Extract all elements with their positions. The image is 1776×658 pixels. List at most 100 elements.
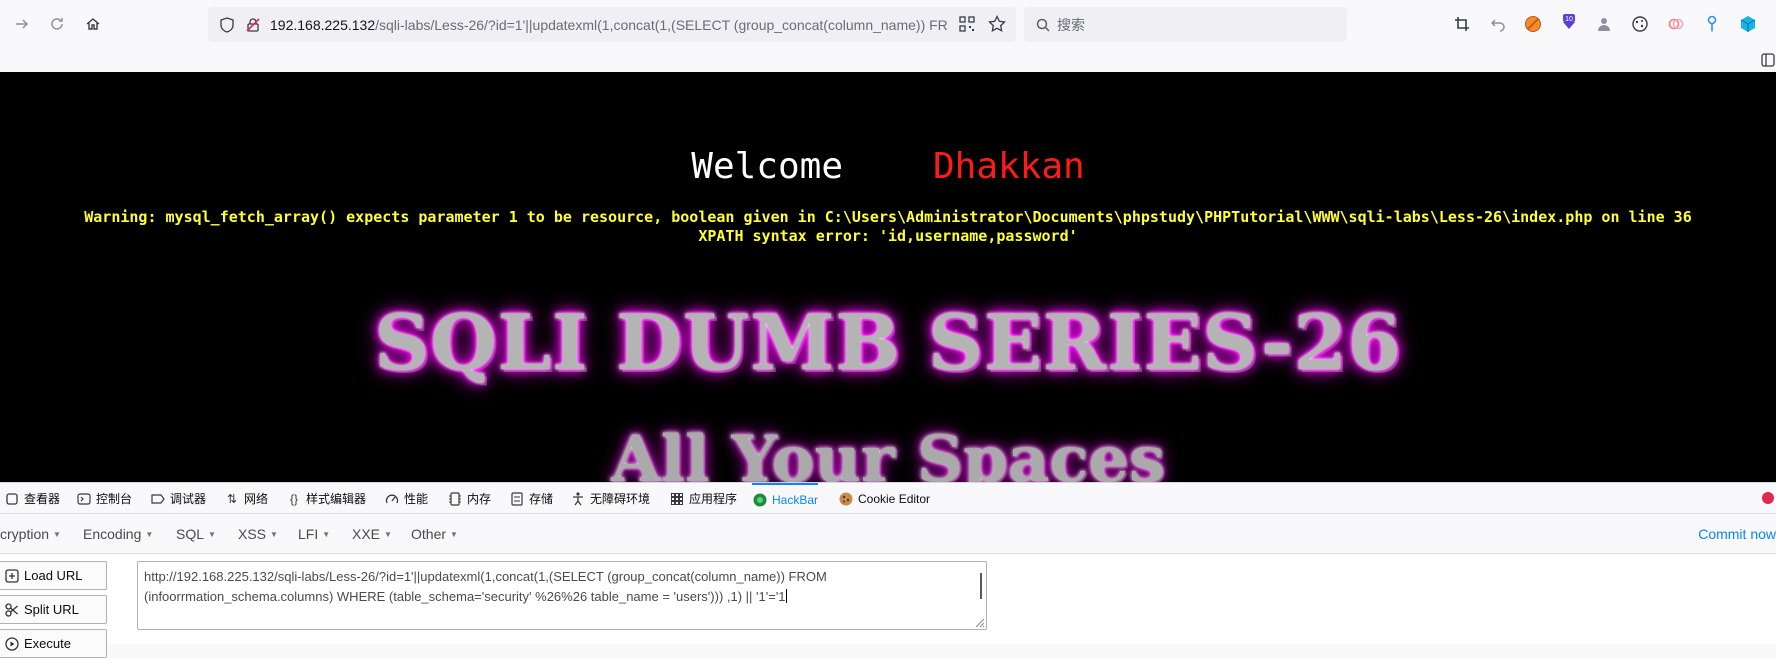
button-label: Split URL bbox=[24, 602, 79, 617]
load-url-button[interactable]: Load URL bbox=[0, 561, 107, 590]
menu-label: SQL bbox=[176, 526, 205, 542]
block-extension-icon[interactable] bbox=[1521, 12, 1545, 36]
menu-other[interactable]: Other ▼ bbox=[411, 526, 458, 542]
accessibility-icon bbox=[570, 491, 586, 507]
hackbar-panel: Load URL Split URL Execute http://192.16… bbox=[0, 555, 1776, 658]
url-path: /sqli-labs/Less-26/?id=1'||updatexml(1,c… bbox=[375, 16, 948, 33]
php-warning: Warning: mysql_fetch_array() expects par… bbox=[0, 208, 1776, 246]
home-icon[interactable] bbox=[79, 10, 107, 38]
textarea-scrollbar[interactable] bbox=[980, 573, 982, 599]
tab-application[interactable]: 应用程序 bbox=[669, 483, 737, 514]
menu-xxe[interactable]: XXE ▼ bbox=[352, 526, 392, 542]
tab-network[interactable]: ⇅ 网络 bbox=[224, 483, 268, 514]
search-icon bbox=[1033, 15, 1053, 35]
extension-badge-count: 10 bbox=[1565, 16, 1573, 23]
menu-label: Encoding bbox=[83, 526, 142, 542]
performance-icon bbox=[384, 491, 400, 507]
reload-icon[interactable] bbox=[43, 10, 71, 38]
tab-style-editor[interactable]: {} 样式编辑器 bbox=[286, 483, 366, 514]
profile-extension-icon[interactable] bbox=[1592, 12, 1616, 36]
commit-now-link[interactable]: Commit now bbox=[1698, 526, 1776, 542]
tab-performance[interactable]: 性能 bbox=[384, 483, 428, 514]
tab-label: 应用程序 bbox=[689, 492, 738, 506]
menu-encoding[interactable]: Encoding ▼ bbox=[83, 526, 153, 542]
tab-accessibility[interactable]: 无障碍环境 bbox=[570, 483, 650, 514]
cube-extension-icon[interactable] bbox=[1736, 12, 1760, 36]
search-bar[interactable]: 搜索 bbox=[1024, 7, 1347, 42]
insecure-lock-icon[interactable] bbox=[242, 14, 264, 36]
qr-code-icon[interactable] bbox=[955, 12, 979, 36]
undo-icon[interactable] bbox=[1486, 12, 1510, 36]
cookie-icon bbox=[838, 491, 854, 507]
menu-label: XSS bbox=[238, 526, 267, 542]
url-host: 192.168.225.132 bbox=[270, 16, 376, 33]
devtools-tabbar: 查看器 控制台 调试器 ⇅ 网络 {} 样式编辑器 性能 内存 存储 无障碍环境… bbox=[0, 482, 1776, 514]
error-indicator-icon[interactable] bbox=[1762, 492, 1774, 504]
download-badge-icon[interactable]: 10 bbox=[1557, 12, 1581, 36]
memory-icon bbox=[447, 491, 463, 507]
tab-storage[interactable]: 存储 bbox=[509, 483, 553, 514]
load-icon bbox=[3, 567, 21, 585]
warning-line: Warning: mysql_fetch_array() expects par… bbox=[84, 208, 1692, 226]
tab-memory[interactable]: 内存 bbox=[447, 483, 491, 514]
welcome-text: Welcome bbox=[691, 146, 843, 187]
tab-label: 样式编辑器 bbox=[306, 492, 367, 506]
split-url-button[interactable]: Split URL bbox=[0, 595, 107, 624]
cookie-extension-icon[interactable] bbox=[1628, 12, 1652, 36]
forward-icon[interactable] bbox=[8, 10, 36, 38]
scissors-icon bbox=[3, 601, 21, 619]
dropdown-caret-icon: ▼ bbox=[270, 530, 278, 539]
colorful-extension-icon[interactable] bbox=[1664, 12, 1688, 36]
sidebar-toggle-icon[interactable] bbox=[1760, 48, 1776, 72]
tracking-shield-icon[interactable] bbox=[216, 14, 238, 36]
hackbar-menu: cryption ▼ Encoding ▼ SQL ▼ XSS ▼ LFI ▼ XXE ▼ … bbox=[0, 514, 1776, 554]
url-line: http://192.168.225.132/sqli-labs/Less-26… bbox=[144, 569, 827, 584]
tab-label: 无障碍环境 bbox=[590, 492, 651, 506]
page-content: Welcome Dhakkan Warning: mysql_fetch_arra… bbox=[0, 72, 1776, 482]
url-text[interactable]: 192.168.225.132/sqli-labs/Less-26/?id=1'… bbox=[270, 17, 948, 33]
tab-label: 调试器 bbox=[170, 492, 207, 506]
text-caret bbox=[785, 589, 787, 603]
storage-icon bbox=[509, 491, 525, 507]
tab-label: HackBar bbox=[772, 492, 819, 507]
tab-label: 内存 bbox=[467, 492, 492, 506]
menu-label: XXE bbox=[352, 526, 381, 542]
welcome-banner: Welcome Dhakkan bbox=[0, 146, 1776, 187]
url-bar[interactable]: 192.168.225.132/sqli-labs/Less-26/?id=1'… bbox=[208, 7, 1016, 42]
tab-debugger[interactable]: 调试器 bbox=[150, 483, 206, 514]
menu-xss[interactable]: XSS ▼ bbox=[238, 526, 278, 542]
dropdown-caret-icon: ▼ bbox=[53, 530, 61, 539]
xpath-error-line: XPATH syntax error: 'id,username,passwor… bbox=[698, 227, 1078, 245]
search-placeholder: 搜索 bbox=[1057, 16, 1085, 33]
tab-inspector[interactable]: 查看器 bbox=[4, 483, 60, 514]
tab-label: 查看器 bbox=[24, 492, 61, 506]
browser-toolbar: 192.168.225.132/sqli-labs/Less-26/?id=1'… bbox=[0, 0, 1776, 67]
console-icon bbox=[76, 491, 92, 507]
subtitle-image: All Your Spaces bbox=[610, 422, 1166, 482]
tab-cookie-editor[interactable]: Cookie Editor bbox=[838, 483, 930, 514]
user-name: Dhakkan bbox=[933, 146, 1085, 187]
menu-label: cryption bbox=[0, 526, 50, 542]
url-line: (infoorrmation_schema.columns) WHERE (ta… bbox=[144, 589, 786, 604]
menu-lfi[interactable]: LFI ▼ bbox=[298, 526, 330, 542]
dropdown-caret-icon: ▼ bbox=[208, 530, 216, 539]
url-textarea[interactable]: http://192.168.225.132/sqli-labs/Less-26… bbox=[137, 561, 987, 630]
menu-label: LFI bbox=[298, 526, 319, 542]
tab-label: Cookie Editor bbox=[858, 491, 931, 506]
screenshot-crop-icon[interactable] bbox=[1450, 12, 1474, 36]
pin-extension-icon[interactable] bbox=[1700, 12, 1724, 36]
button-label: Load URL bbox=[24, 568, 83, 583]
style-editor-icon: {} bbox=[289, 491, 298, 506]
network-icon: ⇅ bbox=[226, 491, 238, 506]
menu-label: Other bbox=[411, 526, 447, 542]
resize-grip-icon[interactable] bbox=[973, 616, 985, 628]
tab-console[interactable]: 控制台 bbox=[76, 483, 132, 514]
inspector-icon bbox=[4, 491, 20, 507]
bookmark-star-icon[interactable] bbox=[985, 12, 1009, 36]
menu-sql[interactable]: SQL ▼ bbox=[176, 526, 216, 542]
debugger-icon bbox=[150, 491, 166, 507]
menu-encryption[interactable]: cryption ▼ bbox=[0, 526, 61, 542]
tab-label: 网络 bbox=[244, 492, 269, 506]
tab-label: 性能 bbox=[404, 492, 429, 506]
tab-hackbar[interactable]: HackBar bbox=[752, 483, 819, 514]
